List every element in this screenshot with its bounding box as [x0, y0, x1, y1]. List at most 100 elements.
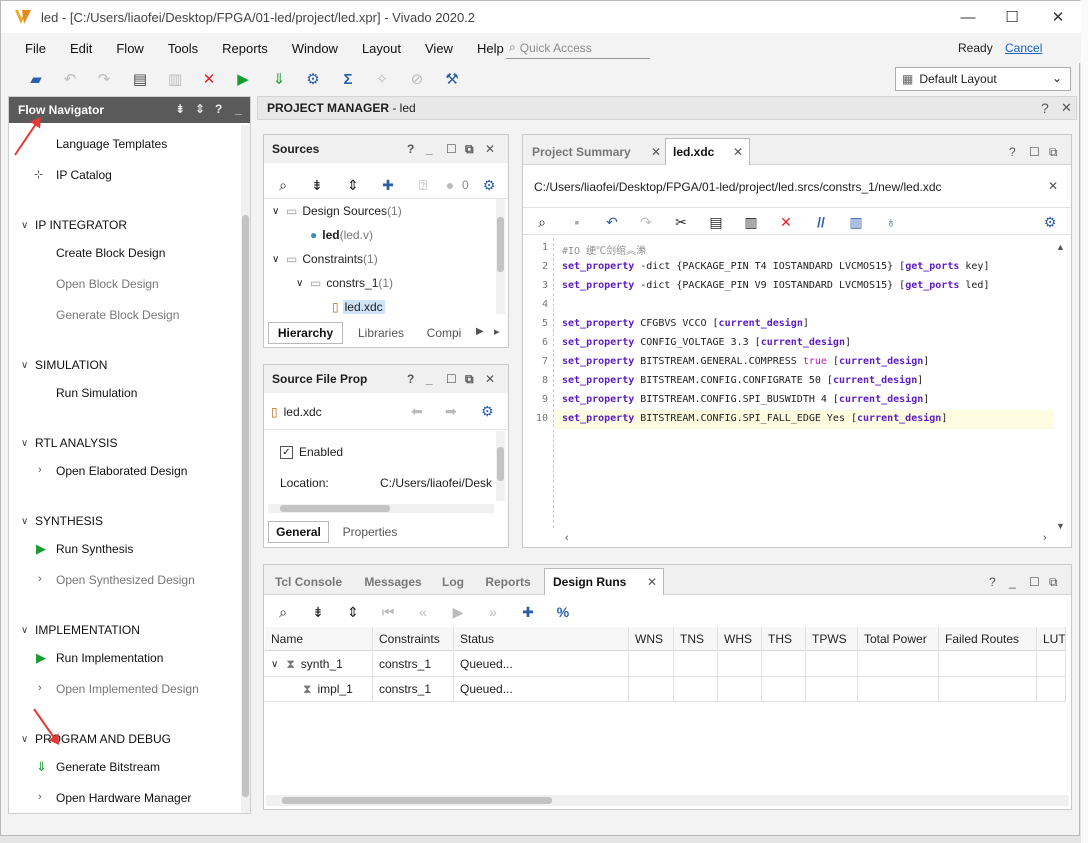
- maximize-icon[interactable]: ☐: [1029, 575, 1040, 589]
- column-header[interactable]: Total Power: [858, 627, 939, 651]
- tab-menu-icon[interactable]: ▸: [494, 325, 500, 338]
- column-header[interactable]: Constraints: [373, 627, 454, 651]
- save-icon[interactable]: ▪: [568, 213, 586, 231]
- wand-icon[interactable]: ✧: [372, 69, 392, 89]
- close-icon[interactable]: ✕: [647, 575, 657, 589]
- tree-led-xdc[interactable]: ▯ led.xdc: [332, 300, 385, 314]
- column-header[interactable]: Failed Routes: [939, 627, 1037, 651]
- undo-icon[interactable]: ↶: [60, 69, 80, 89]
- close-icon[interactable]: ✕: [485, 372, 495, 386]
- props-vscrollbar[interactable]: [496, 431, 505, 501]
- tab-hierarchy[interactable]: Hierarchy: [268, 322, 343, 344]
- tab-libraries[interactable]: Libraries: [346, 322, 416, 344]
- flow-item-run-implementation[interactable]: ▶ Run Implementation: [36, 650, 163, 665]
- float-icon[interactable]: ⧉: [1049, 575, 1058, 590]
- unknown-file-icon[interactable]: ⍰: [414, 176, 432, 194]
- paste-icon[interactable]: ▥: [165, 69, 185, 89]
- redo-icon[interactable]: ↷: [94, 69, 114, 89]
- flow-item-ip-catalog[interactable]: ⊹ IP Catalog: [34, 168, 112, 182]
- search-icon[interactable]: ⌕: [533, 213, 551, 231]
- column-header[interactable]: TPWS: [806, 627, 858, 651]
- tab-log[interactable]: Log: [434, 568, 472, 595]
- close-icon[interactable]: ✕: [733, 145, 743, 159]
- tab-tcl-console[interactable]: Tcl Console: [265, 568, 352, 595]
- scroll-left-icon[interactable]: ‹: [565, 532, 569, 544]
- column-header[interactable]: Name: [265, 627, 373, 651]
- tab-reports[interactable]: Reports: [472, 568, 544, 595]
- section-program-and-debug[interactable]: ∨ PROGRAM AND DEBUG: [21, 732, 171, 746]
- collapse-all-icon[interactable]: ⇟: [175, 102, 185, 116]
- runs-hscrollbar[interactable]: [266, 795, 1069, 806]
- back-arrow-icon[interactable]: ⬅: [411, 403, 423, 420]
- close-window-button[interactable]: ✕: [1035, 1, 1081, 33]
- tab-general[interactable]: General: [268, 521, 329, 543]
- sources-scrollbar[interactable]: [496, 199, 505, 314]
- launch-run-icon[interactable]: ▶: [449, 603, 467, 621]
- menu-reports[interactable]: Reports: [222, 41, 268, 56]
- chevron-down-icon[interactable]: ∨: [271, 659, 278, 670]
- tab-properties[interactable]: Properties: [334, 521, 406, 543]
- float-icon[interactable]: ⧉: [1049, 145, 1058, 160]
- settings-gear-icon[interactable]: ⚙: [303, 69, 323, 89]
- column-header[interactable]: WNS: [629, 627, 674, 651]
- tab-compile-order[interactable]: Compi: [419, 322, 469, 344]
- expand-icon[interactable]: ⇕: [195, 102, 205, 116]
- menu-file[interactable]: File: [25, 41, 46, 56]
- open-project-icon[interactable]: ▰: [26, 69, 46, 89]
- minimize-button[interactable]: —: [945, 1, 991, 33]
- generate-bitstream-icon[interactable]: ⇓: [269, 69, 289, 89]
- flow-item-language-templates[interactable]: Language Templates: [56, 137, 167, 151]
- scroll-up-icon[interactable]: ▲: [1056, 242, 1065, 252]
- column-header[interactable]: LUT: [1037, 627, 1066, 651]
- menu-view[interactable]: View: [425, 41, 453, 56]
- copy-icon[interactable]: ▤: [130, 69, 150, 89]
- paste-icon[interactable]: ▥: [742, 213, 760, 231]
- minimize-icon[interactable]: _: [426, 372, 433, 386]
- tab-scroll-right-icon[interactable]: ▶: [476, 326, 484, 337]
- maximize-icon[interactable]: ☐: [446, 142, 457, 156]
- tree-constraints[interactable]: ∨ ▭ Constraints (1): [272, 252, 378, 266]
- probe-icon[interactable]: ⊘: [407, 69, 427, 89]
- help-icon[interactable]: ?: [215, 102, 222, 116]
- quick-access-search[interactable]: ⌕ Quick Access: [506, 37, 650, 59]
- section-simulation[interactable]: ∨ SIMULATION: [21, 358, 107, 372]
- tab-led-xdc[interactable]: led.xdc ✕: [665, 138, 750, 165]
- flow-item-run-synthesis[interactable]: ▶ Run Synthesis: [36, 541, 133, 556]
- enabled-checkbox[interactable]: ✓ Enabled: [280, 445, 343, 459]
- column-header[interactable]: THS: [762, 627, 806, 651]
- sigma-icon[interactable]: Σ: [338, 69, 358, 89]
- tree-constrs-1[interactable]: ∨ ▭ constrs_1 (1): [296, 276, 393, 290]
- maximize-icon[interactable]: ☐: [446, 372, 457, 386]
- flow-item-open-synthesized-design[interactable]: › Open Synthesized Design: [38, 573, 195, 587]
- lightbulb-icon[interactable]: ♁: [882, 213, 900, 231]
- percent-icon[interactable]: %: [554, 603, 572, 621]
- cancel-link[interactable]: Cancel: [1005, 41, 1042, 55]
- close-icon[interactable]: ✕: [651, 145, 661, 159]
- help-icon[interactable]: ?: [1041, 100, 1049, 116]
- menu-edit[interactable]: Edit: [70, 41, 92, 56]
- help-icon[interactable]: ?: [407, 142, 414, 156]
- tab-messages[interactable]: Messages: [352, 568, 434, 595]
- tree-led-module[interactable]: ● led (led.v): [310, 228, 373, 242]
- minimize-panel-icon[interactable]: _: [235, 102, 242, 116]
- minimize-icon[interactable]: _: [1009, 575, 1016, 589]
- column-header[interactable]: WHS: [718, 627, 762, 651]
- add-icon[interactable]: ✚: [379, 176, 397, 194]
- settings-gear-icon[interactable]: ⚙: [480, 176, 498, 194]
- first-icon[interactable]: ⏮: [379, 603, 397, 621]
- flow-item-generate-block-design[interactable]: Generate Block Design: [56, 308, 179, 322]
- close-icon[interactable]: ✕: [485, 142, 495, 156]
- collapse-all-icon[interactable]: ⇟: [309, 603, 327, 621]
- maximize-icon[interactable]: ☐: [1029, 145, 1040, 159]
- debug-icon[interactable]: ⚒: [442, 69, 462, 89]
- forward-arrow-icon[interactable]: ➡: [445, 403, 457, 420]
- close-path-icon[interactable]: ✕: [1048, 179, 1058, 193]
- settings-gear-icon[interactable]: ⚙: [1041, 213, 1059, 231]
- search-icon[interactable]: ⌕: [274, 176, 292, 194]
- tree-design-sources[interactable]: ∨ ▭ Design Sources (1): [272, 204, 402, 218]
- flow-item-run-simulation[interactable]: Run Simulation: [56, 386, 137, 400]
- settings-gear-icon[interactable]: ⚙: [481, 403, 494, 420]
- add-icon[interactable]: ✚: [519, 603, 537, 621]
- tab-design-runs[interactable]: Design Runs ✕: [544, 568, 664, 595]
- scroll-right-icon[interactable]: ›: [1043, 532, 1047, 544]
